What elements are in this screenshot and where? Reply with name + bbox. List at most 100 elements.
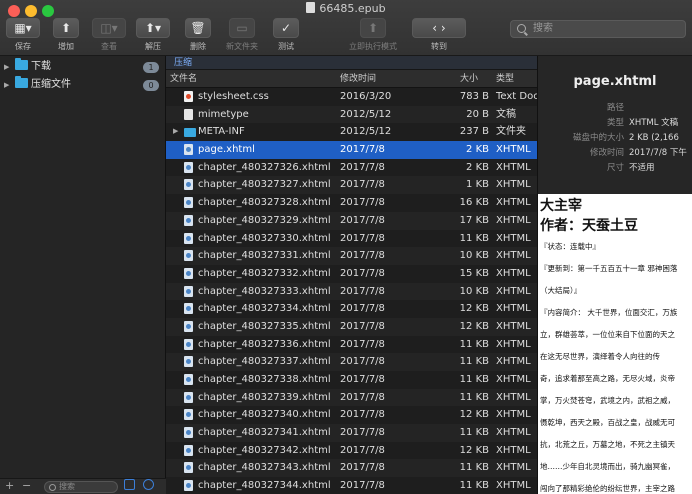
table-row[interactable]: chapter_480327342.xhtml 2017/7/8 12 KB XHTM… bbox=[166, 442, 537, 460]
table-row[interactable]: chapter_480327334.xhtml 2017/7/8 12 KB XHTM… bbox=[166, 300, 537, 318]
file-name: stylesheet.css bbox=[198, 91, 269, 102]
file-modified: 2017/7/8 bbox=[340, 374, 385, 385]
file-type: XHTML bbox=[496, 197, 531, 209]
table-row[interactable]: chapter_480327329.xhtml 2017/7/8 17 KB XHTM… bbox=[166, 211, 537, 230]
sidebar-item-archives[interactable]: ▶ 压缩文件 0 bbox=[0, 76, 165, 94]
file-modified: 2017/7/8 bbox=[340, 480, 385, 492]
new-folder-button[interactable]: ▭ 新文件夹 bbox=[220, 18, 264, 54]
file-type: XHTML bbox=[496, 427, 531, 439]
filter-icon[interactable] bbox=[124, 479, 135, 490]
file-type: XHTML bbox=[496, 303, 531, 315]
column-header-modified[interactable]: 修改时间 bbox=[340, 70, 376, 88]
file-modified: 2017/7/8 bbox=[340, 338, 385, 350]
file-modified: 2017/7/8 bbox=[340, 250, 385, 262]
breadcrumb[interactable]: 压缩 bbox=[166, 56, 537, 70]
sidebar: ▶ 下载 1 ▶ 压缩文件 0 + − 搜索 bbox=[0, 56, 166, 494]
run-now-mode-button[interactable]: ⬆ 立即执行模式 bbox=[342, 18, 404, 54]
folder-icon bbox=[15, 76, 28, 88]
table-row[interactable]: chapter_480327331.xhtml 2017/7/8 10 KB XHTM… bbox=[166, 247, 537, 265]
table-row[interactable]: chapter_480327333.xhtml 2017/7/8 10 KB XHTM… bbox=[166, 282, 537, 301]
file-type: XHTML bbox=[496, 391, 531, 403]
table-row[interactable]: chapter_480327337.xhtml 2017/7/8 11 KB XHTM… bbox=[166, 353, 537, 371]
file-type: Text Doc bbox=[496, 91, 537, 102]
table-row[interactable]: chapter_480327338.xhtml 2017/7/8 11 KB XHTM… bbox=[166, 371, 537, 389]
table-row[interactable]: chapter_480327340.xhtml 2017/7/8 12 KB XHTM… bbox=[166, 406, 537, 424]
test-button[interactable]: ✓ 测试 bbox=[272, 18, 300, 54]
file-name: chapter_480327326.xhtml bbox=[198, 161, 331, 173]
view-button[interactable]: ◫▾ 查看 bbox=[92, 18, 126, 54]
disclosure-triangle-icon[interactable]: ▶ bbox=[4, 58, 9, 76]
file-name: chapter_480327339.xhtml bbox=[198, 391, 331, 403]
file-type: XHTML bbox=[496, 374, 531, 385]
column-header-type[interactable]: 类型 bbox=[496, 70, 514, 88]
table-row[interactable]: chapter_480327343.xhtml 2017/7/8 11 KB XHTM… bbox=[166, 459, 537, 478]
file-list-pane: 压缩 文件名 修改时间 大小 类型 stylesheet.css 2016/3/2… bbox=[166, 56, 537, 494]
sidebar-search-input[interactable]: 搜索 bbox=[44, 481, 118, 493]
column-header-name[interactable]: 文件名 bbox=[170, 70, 197, 88]
extract-icon: ⬆▾ bbox=[136, 18, 170, 38]
disclosure-triangle-icon[interactable]: ▶ bbox=[173, 123, 178, 141]
file-size: 16 KB bbox=[459, 197, 489, 209]
table-row[interactable]: chapter_480327336.xhtml 2017/7/8 11 KB XHTM… bbox=[166, 336, 537, 354]
file-name: chapter_480327341.xhtml bbox=[198, 427, 331, 439]
file-modified: 2017/7/8 bbox=[340, 161, 385, 173]
file-modified: 2017/7/8 bbox=[340, 214, 385, 226]
file-size: 237 B bbox=[459, 126, 489, 138]
remove-location-button[interactable]: − bbox=[22, 479, 31, 492]
folder-icon bbox=[15, 58, 28, 70]
file-size: 10 KB bbox=[459, 250, 489, 262]
table-row[interactable]: chapter_480327335.xhtml 2017/7/8 12 KB XHTM… bbox=[166, 317, 537, 336]
table-row[interactable]: page.xhtml 2017/7/8 2 KB XHTML bbox=[166, 141, 537, 159]
preview-line: 闯向了那精彩绝伦的纷纭世界，主宰之路 bbox=[540, 484, 675, 493]
table-row[interactable]: chapter_480327327.xhtml 2017/7/8 1 KB XHTML bbox=[166, 176, 537, 195]
goto-button[interactable]: ‹ › 转到 bbox=[412, 18, 466, 54]
file-type: 文件夹 bbox=[496, 126, 526, 138]
file-name: chapter_480327344.xhtml bbox=[198, 480, 331, 492]
file-modified: 2017/7/8 bbox=[340, 303, 385, 315]
file-name: chapter_480327340.xhtml bbox=[198, 409, 331, 421]
file-size: 12 KB bbox=[459, 409, 489, 421]
file-modified: 2017/7/8 bbox=[340, 409, 385, 421]
file-name: chapter_480327337.xhtml bbox=[198, 356, 331, 368]
extract-button[interactable]: ⬆▾ 解压 bbox=[136, 18, 170, 54]
file-modified: 2017/7/8 bbox=[340, 144, 385, 156]
sidebar-item-downloads[interactable]: ▶ 下载 1 bbox=[0, 58, 165, 76]
delete-button[interactable]: 🗑 删除 bbox=[184, 18, 212, 54]
table-row[interactable]: chapter_480327332.xhtml 2017/7/8 15 KB XHTM… bbox=[166, 265, 537, 283]
search-input[interactable]: 搜索 bbox=[510, 20, 686, 38]
table-row[interactable]: chapter_480327344.xhtml 2017/7/8 11 KB XHTM… bbox=[166, 477, 537, 494]
save-button[interactable]: ▦▾ 保存 bbox=[6, 18, 40, 54]
table-row[interactable]: stylesheet.css 2016/3/20 783 B Text Doc bbox=[166, 88, 537, 106]
table-row[interactable]: mimetype 2012/5/12 20 B 文稿 bbox=[166, 105, 537, 124]
file-modified: 2017/7/8 bbox=[340, 462, 385, 474]
add-location-button[interactable]: + bbox=[5, 479, 14, 492]
file-modified: 2017/7/8 bbox=[340, 267, 385, 279]
file-size: 17 KB bbox=[459, 214, 489, 226]
info-row: 修改时间 2017/7/8 下午 bbox=[538, 146, 692, 161]
file-type: 文稿 bbox=[496, 108, 516, 120]
file-name: chapter_480327335.xhtml bbox=[198, 320, 331, 332]
file-type: XHTML bbox=[496, 232, 531, 244]
file-type: XHTML bbox=[496, 320, 531, 332]
table-row[interactable]: chapter_480327326.xhtml 2017/7/8 2 KB XHTML bbox=[166, 159, 537, 177]
table-row[interactable]: chapter_480327341.xhtml 2017/7/8 11 KB XHTM… bbox=[166, 424, 537, 442]
info-row: 尺寸 不适用 bbox=[538, 161, 692, 176]
file-size: 11 KB bbox=[459, 391, 489, 403]
add-button[interactable]: ⬆ 增加 bbox=[52, 18, 80, 54]
file-modified: 2017/7/8 bbox=[340, 285, 385, 297]
info-value: 不适用 bbox=[629, 163, 655, 173]
table-row[interactable]: ▶ META-INF 2012/5/12 237 B 文件夹 bbox=[166, 123, 537, 141]
file-size: 11 KB bbox=[459, 338, 489, 350]
preview-line: 在这无尽世界，演绎着令人向往的传 bbox=[540, 352, 660, 361]
preview-title: page.xhtml bbox=[573, 74, 657, 89]
preview-line: 『状态：连载中』 bbox=[540, 242, 600, 251]
table-row[interactable]: chapter_480327330.xhtml 2017/7/8 11 KB XHTM… bbox=[166, 230, 537, 248]
table-row[interactable]: chapter_480327339.xhtml 2017/7/8 11 KB XHTM… bbox=[166, 388, 537, 407]
settings-icon[interactable] bbox=[143, 479, 154, 490]
file-type: XHTML bbox=[496, 161, 531, 173]
file-size: 10 KB bbox=[459, 285, 489, 297]
disclosure-triangle-icon[interactable]: ▶ bbox=[4, 76, 9, 94]
preview-body: 『状态：连载中』 『更新到：第一千五百五十一章 邪神困落 （大结局）』 『内容简介： … bbox=[540, 236, 692, 494]
table-row[interactable]: chapter_480327328.xhtml 2017/7/8 16 KB XHTM… bbox=[166, 194, 537, 212]
column-header-size[interactable]: 大小 bbox=[460, 70, 478, 88]
